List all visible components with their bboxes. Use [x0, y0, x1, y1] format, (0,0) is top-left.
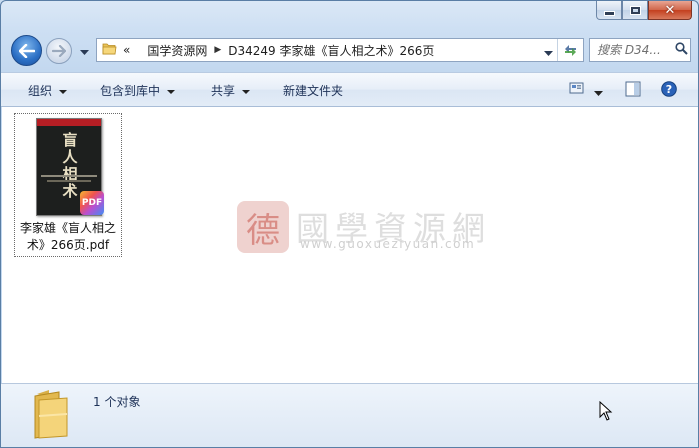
pdf-badge-icon: PDF	[80, 191, 104, 215]
item-count-label: 1 个对象	[93, 395, 141, 409]
view-options-dropdown[interactable]	[594, 86, 603, 100]
maximize-icon	[629, 5, 641, 15]
file-item[interactable]: 盲人相术 PDF 李家雄《盲人相之术》266页.pdf	[14, 113, 122, 257]
chevron-down-icon	[59, 89, 68, 94]
chevron-down-icon	[167, 89, 176, 94]
new-folder-button[interactable]: 新建文件夹	[283, 82, 343, 99]
include-library-label: 包含到库中	[100, 84, 161, 98]
refresh-button[interactable]	[557, 39, 583, 61]
arrow-left-icon	[18, 43, 35, 58]
explorer-window: ✕ « 国学资源网 ▶ D34249 李家雄《盲人相之术》266页 搜索 D34…	[0, 0, 699, 448]
preview-pane-icon	[625, 81, 641, 97]
include-in-library-menu[interactable]: 包含到库中	[100, 82, 176, 99]
chevron-down-icon	[544, 51, 553, 56]
view-icon	[569, 82, 584, 94]
command-bar: 组织 包含到库中 共享 新建文件夹 ?	[1, 72, 698, 107]
folder-icon	[102, 42, 117, 59]
thumbnail-title: 盲人相术	[62, 131, 78, 200]
folder-icon	[29, 386, 73, 443]
preview-pane-button[interactable]	[625, 81, 641, 100]
organize-menu[interactable]: 组织	[28, 82, 68, 99]
breadcrumb-prefix[interactable]: «	[123, 43, 130, 57]
chevron-down-icon	[594, 91, 603, 96]
svg-text:?: ?	[666, 83, 672, 96]
breadcrumb-item-current[interactable]: D34249 李家雄《盲人相之术》266页	[228, 42, 434, 59]
caption-buttons: ✕	[596, 1, 692, 21]
minimize-button[interactable]	[596, 1, 622, 20]
search-box[interactable]	[589, 38, 691, 62]
minimize-icon	[603, 10, 615, 16]
address-bar[interactable]: « 国学资源网 ▶ D34249 李家雄《盲人相之术》266页	[96, 38, 584, 62]
mouse-cursor-icon	[599, 400, 613, 424]
file-name-label: 李家雄《盲人相之术》266页.pdf	[19, 221, 116, 252]
close-icon: ✕	[664, 2, 676, 18]
file-list-pane[interactable]: 盲人相术 PDF 李家雄《盲人相之术》266页.pdf 德 國學資源網 www.…	[2, 107, 698, 383]
new-folder-label: 新建文件夹	[283, 84, 344, 98]
watermark-logo: 德	[237, 201, 289, 253]
maximize-button[interactable]	[622, 1, 648, 20]
share-label: 共享	[211, 84, 236, 98]
arrow-right-icon	[52, 45, 66, 57]
chevron-down-icon	[80, 50, 89, 55]
search-input[interactable]	[597, 43, 675, 57]
recent-pages-dropdown[interactable]	[80, 45, 89, 59]
watermark-url: www.guoxueziyuan.com	[300, 237, 476, 251]
back-button[interactable]	[11, 35, 42, 66]
chevron-down-icon	[242, 89, 251, 94]
forward-button[interactable]	[46, 38, 72, 64]
share-menu[interactable]: 共享	[211, 82, 251, 99]
search-icon[interactable]	[675, 42, 688, 58]
help-button[interactable]: ?	[661, 81, 677, 100]
help-icon: ?	[661, 81, 677, 97]
change-view-button[interactable]	[569, 81, 585, 98]
close-button[interactable]: ✕	[648, 1, 692, 20]
details-pane: 1 个对象	[1, 383, 698, 447]
address-dropdown[interactable]	[544, 46, 553, 60]
breadcrumb-separator-icon[interactable]: ▶	[214, 45, 221, 55]
refresh-icon	[565, 44, 576, 56]
organize-label: 组织	[28, 84, 53, 98]
breadcrumb-item-root[interactable]: 国学资源网	[147, 42, 207, 59]
